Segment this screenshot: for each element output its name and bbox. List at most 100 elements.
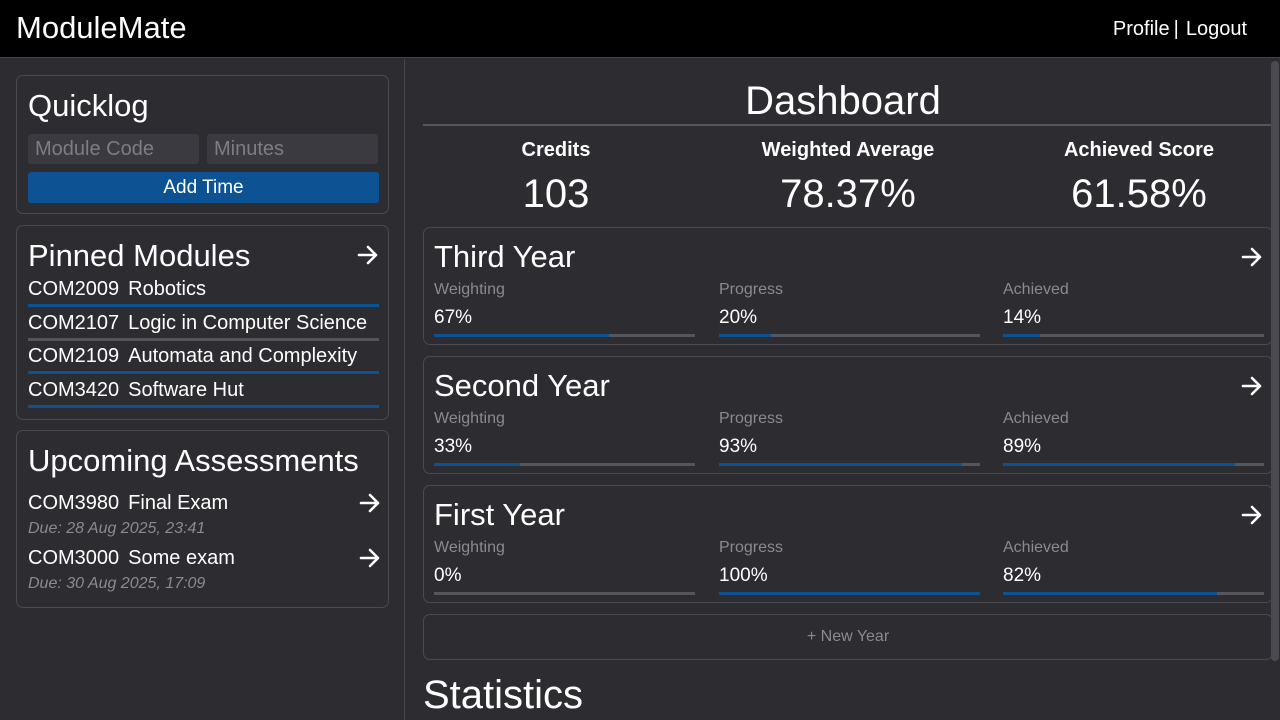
arrow-right-icon[interactable] — [357, 244, 379, 266]
logout-link[interactable]: Logout — [1186, 18, 1247, 40]
assessment-item[interactable]: COM3000 Some exam Due: 30 Aug 2025, 17:09 — [28, 547, 381, 599]
arrow-right-icon[interactable] — [1241, 375, 1263, 397]
module-code-input[interactable] — [28, 134, 199, 164]
pinned-module-item[interactable]: COM2107 Logic in Computer Science — [28, 310, 379, 341]
metric-label: Achieved — [1003, 410, 1069, 427]
progress-fill — [28, 304, 379, 307]
metric-value: 82% — [1003, 565, 1042, 586]
statistics-heading: Statistics — [423, 673, 584, 717]
metric-value: 0% — [434, 565, 462, 586]
pinned-module-item[interactable]: COM3420 Software Hut — [28, 377, 379, 408]
metric-value: 93% — [719, 436, 758, 457]
weighting-metric: Weighting 67% — [434, 281, 695, 337]
stat-value: 78.37% — [780, 172, 916, 216]
brand-logo[interactable]: ModuleMate — [16, 10, 187, 46]
metric-bar-fill — [1003, 592, 1218, 595]
top-nav: Profile | Logout — [1113, 18, 1247, 41]
assessment-due-date: Due: 28 Aug 2025, 23:41 — [28, 520, 206, 537]
module-progress-bar — [28, 371, 379, 374]
arrow-right-icon[interactable] — [359, 547, 381, 569]
main-content: Dashboard Credits 103 Weighted Average 7… — [406, 59, 1280, 720]
metric-bar — [1003, 592, 1264, 595]
stat-achieved-score: Achieved Score 61.58% — [993, 139, 1280, 217]
scrollbar[interactable] — [1270, 59, 1280, 720]
scrollbar-thumb[interactable] — [1271, 61, 1279, 661]
assessment-item[interactable]: COM3980 Final Exam Due: 28 Aug 2025, 23:4… — [28, 492, 381, 544]
metric-bar — [434, 463, 695, 466]
stat-label: Achieved Score — [1063, 139, 1215, 161]
module-progress-bar — [28, 405, 379, 408]
progress-fill — [28, 405, 379, 408]
metric-bar — [1003, 463, 1264, 466]
metric-bar-fill — [434, 463, 521, 466]
arrow-right-icon[interactable] — [1241, 504, 1263, 526]
weighting-metric: Weighting 0% — [434, 539, 695, 595]
metric-value: 89% — [1003, 436, 1042, 457]
metric-bar-fill — [719, 334, 772, 337]
module-code: COM2109 — [28, 345, 120, 367]
metric-value: 20% — [719, 307, 758, 328]
title-divider — [423, 124, 1273, 126]
module-code: COM2107 — [28, 312, 120, 334]
achieved-metric: Achieved 14% — [1003, 281, 1264, 337]
upcoming-assessments-title: Upcoming Assessments — [28, 443, 359, 478]
metric-value: 33% — [434, 436, 473, 457]
progress-metric: Progress 100% — [719, 539, 980, 595]
weighting-metric: Weighting 33% — [434, 410, 695, 466]
quicklog-card: Quicklog Add Time — [16, 75, 389, 214]
arrow-right-icon[interactable] — [1241, 246, 1263, 268]
metric-bar-fill — [719, 592, 980, 595]
metric-bar — [719, 592, 980, 595]
metric-bar-fill — [1003, 463, 1236, 466]
metric-label: Weighting — [434, 281, 505, 298]
assessment-code: COM3980 — [28, 492, 120, 514]
stat-weighted-average: Weighted Average 78.37% — [702, 139, 994, 217]
nav-separator: | — [1173, 18, 1179, 40]
metric-label: Weighting — [434, 539, 505, 556]
stat-value: 103 — [522, 172, 590, 216]
metric-label: Progress — [719, 281, 784, 298]
achieved-metric: Achieved 82% — [1003, 539, 1264, 595]
arrow-right-icon[interactable] — [359, 492, 381, 514]
module-code: COM3420 — [28, 379, 120, 401]
year-title: Third Year — [434, 239, 576, 274]
assessment-due-date: Due: 30 Aug 2025, 17:09 — [28, 575, 206, 592]
assessment-code: COM3000 — [28, 547, 120, 569]
stat-label: Credits — [521, 139, 591, 161]
minutes-input[interactable] — [207, 134, 378, 164]
metric-bar-fill — [434, 334, 609, 337]
metric-value: 67% — [434, 307, 473, 328]
pinned-module-item[interactable]: COM2009 Robotics — [28, 276, 379, 307]
module-progress-bar — [28, 338, 379, 341]
stat-credits: Credits 103 — [410, 139, 702, 217]
year-card-first[interactable]: First Year Weighting 0% Progress 100% Ac… — [423, 485, 1273, 603]
progress-metric: Progress 20% — [719, 281, 980, 337]
pinned-modules-card: Pinned Modules COM2009 Robotics COM2107 Lo… — [16, 225, 389, 420]
new-year-button[interactable]: + New Year — [423, 614, 1273, 660]
pinned-modules-title: Pinned Modules — [28, 238, 251, 273]
metric-label: Progress — [719, 410, 784, 427]
year-title: Second Year — [434, 368, 610, 403]
module-code: COM2009 — [28, 278, 120, 300]
pinned-module-item[interactable]: COM2109 Automata and Complexity — [28, 343, 379, 374]
metric-label: Achieved — [1003, 281, 1069, 298]
metric-bar-fill — [1003, 334, 1040, 337]
year-card-third[interactable]: Third Year Weighting 67% Progress 20% Ac… — [423, 227, 1273, 345]
page-title: Dashboard — [745, 79, 941, 123]
upcoming-assessments-card: Upcoming Assessments COM3980 Final Exam D… — [16, 430, 389, 608]
year-card-second[interactable]: Second Year Weighting 33% Progress 93% A… — [423, 356, 1273, 474]
metric-label: Progress — [719, 539, 784, 556]
metric-bar — [719, 334, 980, 337]
top-bar: ModuleMate Profile | Logout — [0, 0, 1280, 58]
profile-link[interactable]: Profile — [1113, 18, 1170, 40]
metric-bar-fill — [719, 463, 962, 466]
progress-metric: Progress 93% — [719, 410, 980, 466]
module-progress-bar — [28, 304, 379, 307]
module-name: Robotics — [128, 278, 206, 300]
metric-label: Weighting — [434, 410, 505, 427]
year-title: First Year — [434, 497, 565, 532]
add-time-button[interactable]: Add Time — [28, 172, 379, 203]
metric-value: 100% — [719, 565, 768, 586]
quicklog-title: Quicklog — [28, 88, 149, 123]
assessment-name: Final Exam — [128, 492, 229, 514]
